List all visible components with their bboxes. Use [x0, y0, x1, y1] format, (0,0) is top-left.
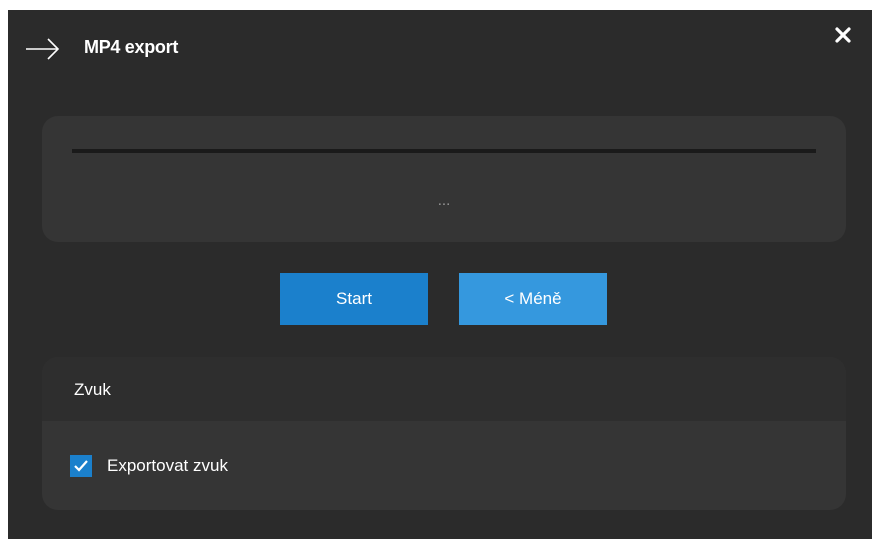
dialog-title: MP4 export	[84, 37, 179, 57]
progress-status-text: ...	[437, 192, 451, 209]
export-audio-option[interactable]: Exportovat zvuk	[70, 455, 228, 477]
progress-panel: ...	[42, 116, 846, 242]
export-audio-checkbox[interactable]	[70, 455, 92, 477]
export-audio-label: Exportovat zvuk	[107, 456, 228, 475]
progress-bar	[72, 149, 816, 153]
sound-panel-header: Zvuk	[42, 357, 846, 421]
close-button[interactable]	[830, 24, 856, 48]
show-less-button[interactable]: < Méně	[459, 273, 607, 325]
start-button[interactable]: Start	[280, 273, 428, 325]
sound-panel: Zvuk Exportovat zvuk	[42, 357, 846, 510]
close-icon	[835, 27, 851, 43]
mp4-export-dialog: MP4 export ... Start < Méně Zvuk Exporto…	[8, 10, 872, 539]
arrow-right-icon	[26, 38, 60, 60]
back-button[interactable]	[24, 34, 64, 64]
checkmark-icon	[74, 460, 88, 472]
sound-panel-title: Zvuk	[74, 380, 111, 399]
